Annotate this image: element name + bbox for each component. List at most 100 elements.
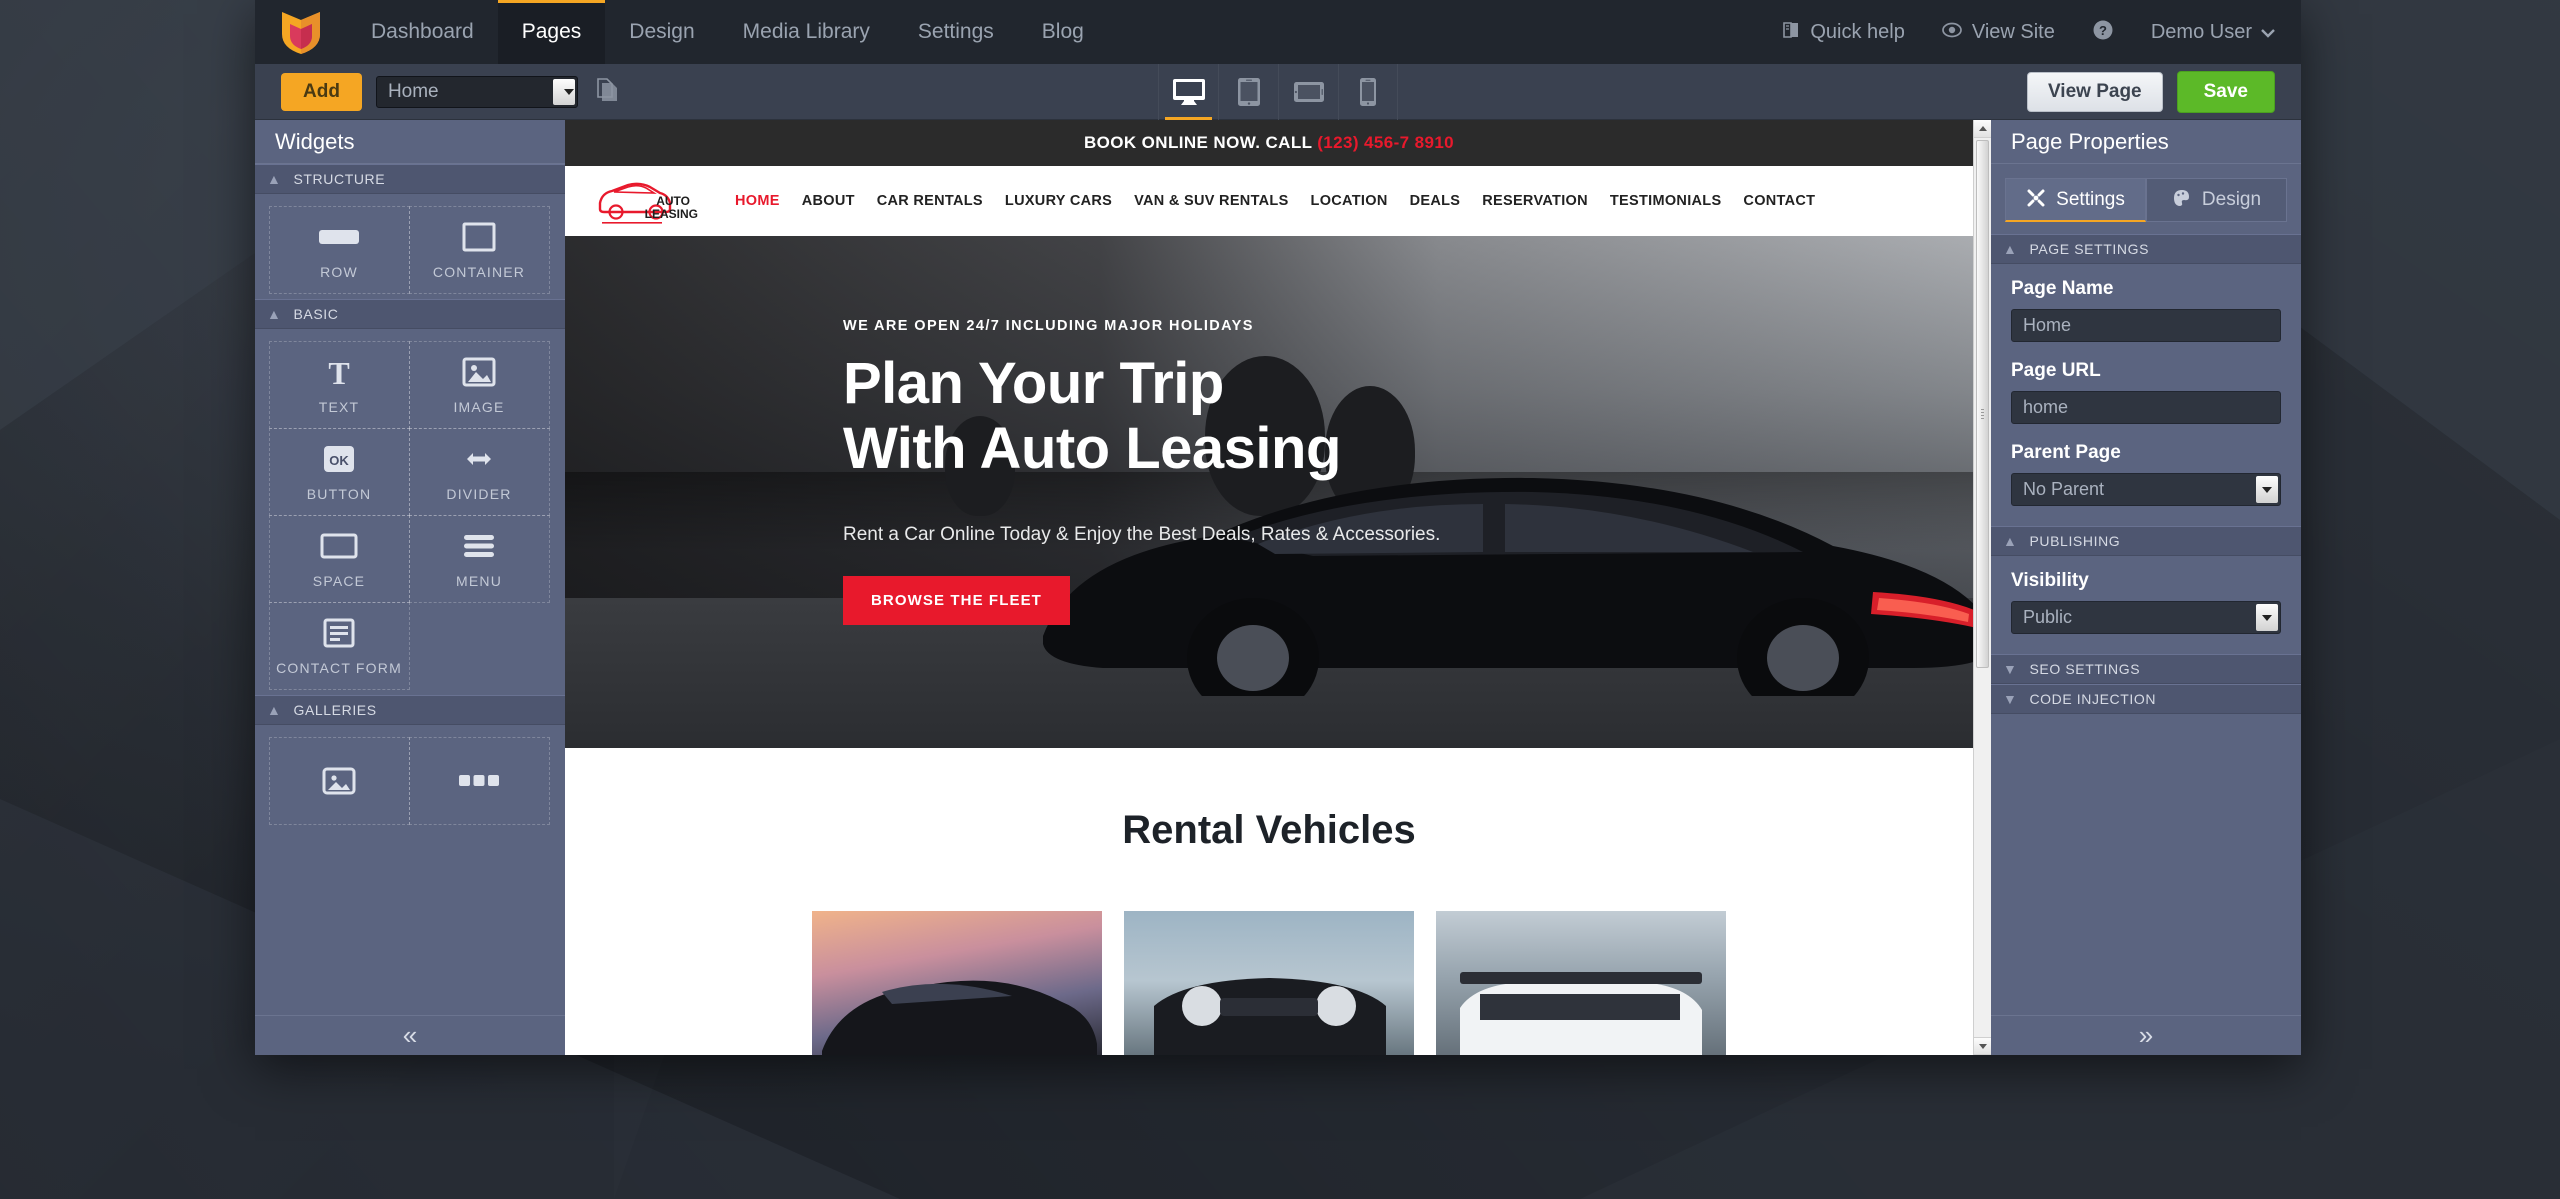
tab-design[interactable]: Design	[2146, 178, 2287, 222]
view-page-button[interactable]: View Page	[2026, 71, 2163, 112]
widget-menu[interactable]: MENU	[408, 514, 550, 603]
section-header-galleries[interactable]: ▲ GALLERIES	[255, 695, 565, 725]
site-builder-window: Dashboard Pages Design Media Library Set…	[255, 0, 2301, 1055]
widget-gallery-grid[interactable]	[408, 736, 550, 825]
site-nav-van-suv-rentals[interactable]: VAN & SUV RENTALS	[1134, 193, 1288, 209]
editor-body: Widgets ▲ STRUCTURE ROW CONTAINER ▲ BASI…	[255, 120, 2301, 1055]
select-value: Public	[2023, 607, 2073, 627]
contact-form-icon	[323, 616, 355, 650]
nav-dashboard[interactable]: Dashboard	[347, 0, 498, 64]
device-tablet-portrait-button[interactable]	[1218, 63, 1278, 120]
chevron-down-icon: ▼	[2003, 661, 2018, 677]
widget-button[interactable]: OK BUTTON	[268, 427, 410, 516]
browse-the-fleet-button[interactable]: BROWSE THE FLEET	[843, 575, 1070, 625]
section-header-basic[interactable]: ▲ BASIC	[255, 299, 565, 329]
vehicle-card[interactable]	[1436, 911, 1726, 1055]
site-nav-luxury-cars[interactable]: LUXURY CARS	[1005, 193, 1112, 209]
widget-row[interactable]: ROW	[268, 205, 410, 294]
chevron-up-icon: ▲	[267, 171, 282, 187]
widget-text[interactable]: T TEXT	[268, 340, 410, 429]
page-select[interactable]: Home	[375, 75, 578, 108]
visibility-select[interactable]: Public	[2011, 601, 2281, 634]
nav-blog[interactable]: Blog	[1018, 0, 1108, 64]
help-link[interactable]: ?	[2075, 18, 2131, 46]
parent-page-select[interactable]: No Parent	[2011, 473, 2281, 506]
chevron-up-icon: ▲	[2003, 533, 2018, 549]
site-nav-location[interactable]: LOCATION	[1311, 193, 1388, 209]
quick-help-link[interactable]: Quick help	[1765, 20, 1921, 44]
section-header-code-injection[interactable]: ▼ CODE INJECTION	[1991, 684, 2301, 714]
view-site-label: View Site	[1971, 20, 2055, 43]
collapse-properties-panel-button[interactable]: »	[1991, 1015, 2301, 1055]
widget-image[interactable]: IMAGE	[408, 340, 550, 429]
widget-label: SPACE	[312, 572, 366, 589]
widget-label: TEXT	[318, 398, 360, 415]
site-nav-deals[interactable]: DEALS	[1410, 193, 1461, 209]
hero-section: WE ARE OPEN 24/7 INCLUDING MAJOR HOLIDAY…	[565, 236, 1973, 748]
canvas-scrollbar[interactable]	[1973, 120, 1991, 1055]
add-button[interactable]: Add	[281, 72, 362, 111]
widget-container[interactable]: CONTAINER	[408, 205, 550, 294]
site-nav-about[interactable]: ABOUT	[802, 193, 855, 209]
site-nav: HOME ABOUT CAR RENTALS LUXURY CARS VAN &…	[735, 193, 1815, 209]
editor-toolbar: Add Home View Page Save	[255, 63, 2301, 120]
widget-contact-form[interactable]: CONTACT FORM	[268, 601, 410, 690]
section-header-structure[interactable]: ▲ STRUCTURE	[255, 164, 565, 194]
app-logo[interactable]	[255, 0, 347, 64]
announcement-phone[interactable]: (123) 456-7 8910	[1317, 133, 1454, 152]
site-nav-car-rentals[interactable]: CAR RENTALS	[877, 193, 983, 209]
toolbar-right-actions: View Page Save	[2026, 70, 2275, 113]
user-menu[interactable]: Demo User	[2135, 21, 2275, 44]
row-icon	[318, 220, 360, 254]
section-header-page-settings[interactable]: ▲ PAGE SETTINGS	[1991, 234, 2301, 264]
tab-label: Design	[2201, 189, 2262, 210]
section-header-seo[interactable]: ▼ SEO SETTINGS	[1991, 654, 2301, 684]
widget-gallery-single[interactable]	[268, 736, 410, 825]
scrollbar-thumb[interactable]	[1976, 140, 1989, 668]
site-nav-testimonials[interactable]: TESTIMONIALS	[1610, 193, 1722, 209]
vehicle-card[interactable]	[1124, 911, 1414, 1055]
eye-icon	[1941, 20, 1963, 44]
site-nav-contact[interactable]: CONTACT	[1743, 193, 1815, 209]
space-rectangle-icon	[320, 529, 358, 563]
site-logo[interactable]: AUTO LEASING	[565, 177, 735, 225]
device-mobile-button[interactable]	[1338, 63, 1398, 120]
collapse-widgets-panel-button[interactable]: «	[255, 1015, 565, 1055]
section-header-publishing[interactable]: ▲ PUBLISHING	[1991, 526, 2301, 556]
site-preview[interactable]: BOOK ONLINE NOW. CALL (123) 456-7 8910 A…	[565, 120, 1973, 1055]
site-nav-home[interactable]: HOME	[735, 193, 780, 209]
widgets-scroll-area[interactable]: ▲ STRUCTURE ROW CONTAINER ▲ BASIC T TEXT…	[255, 164, 565, 1015]
chevron-down-icon[interactable]	[2256, 604, 2278, 631]
save-button[interactable]: Save	[2176, 70, 2275, 113]
menu-hamburger-icon	[462, 529, 496, 563]
widget-space[interactable]: SPACE	[268, 514, 410, 603]
tab-settings[interactable]: Settings	[2005, 178, 2146, 222]
field-visibility: Visibility Public	[1991, 556, 2301, 638]
widget-divider[interactable]: DIVIDER	[408, 427, 550, 516]
divider-arrows-icon	[459, 442, 499, 476]
chevron-up-icon: ▲	[2003, 241, 2018, 257]
scroll-up-button[interactable]	[1974, 120, 1991, 138]
device-tablet-landscape-button[interactable]	[1278, 63, 1338, 120]
page-name-input[interactable]: Home	[2011, 309, 2281, 342]
container-icon	[462, 220, 496, 254]
chevron-up-icon: ▲	[267, 306, 282, 322]
device-desktop-button[interactable]	[1158, 63, 1218, 120]
page-url-input[interactable]: home	[2011, 391, 2281, 424]
palette-icon	[2172, 188, 2192, 212]
duplicate-page-icon[interactable]	[596, 77, 618, 106]
vehicle-card[interactable]	[812, 911, 1102, 1055]
book-icon	[1781, 20, 1801, 44]
chevron-down-icon[interactable]	[2256, 476, 2278, 503]
text-icon: T	[324, 355, 354, 389]
view-site-link[interactable]: View Site	[1925, 20, 2071, 44]
site-nav-reservation[interactable]: RESERVATION	[1482, 193, 1588, 209]
nav-design[interactable]: Design	[605, 0, 718, 64]
scroll-down-button[interactable]	[1974, 1037, 1991, 1055]
section-label: SEO SETTINGS	[2029, 661, 2141, 677]
chevron-down-icon[interactable]	[552, 78, 575, 105]
nav-media-library[interactable]: Media Library	[719, 0, 894, 64]
rental-vehicles-section: Rental Vehicles	[565, 748, 1973, 1055]
nav-settings[interactable]: Settings	[894, 0, 1018, 64]
nav-pages[interactable]: Pages	[497, 0, 606, 64]
